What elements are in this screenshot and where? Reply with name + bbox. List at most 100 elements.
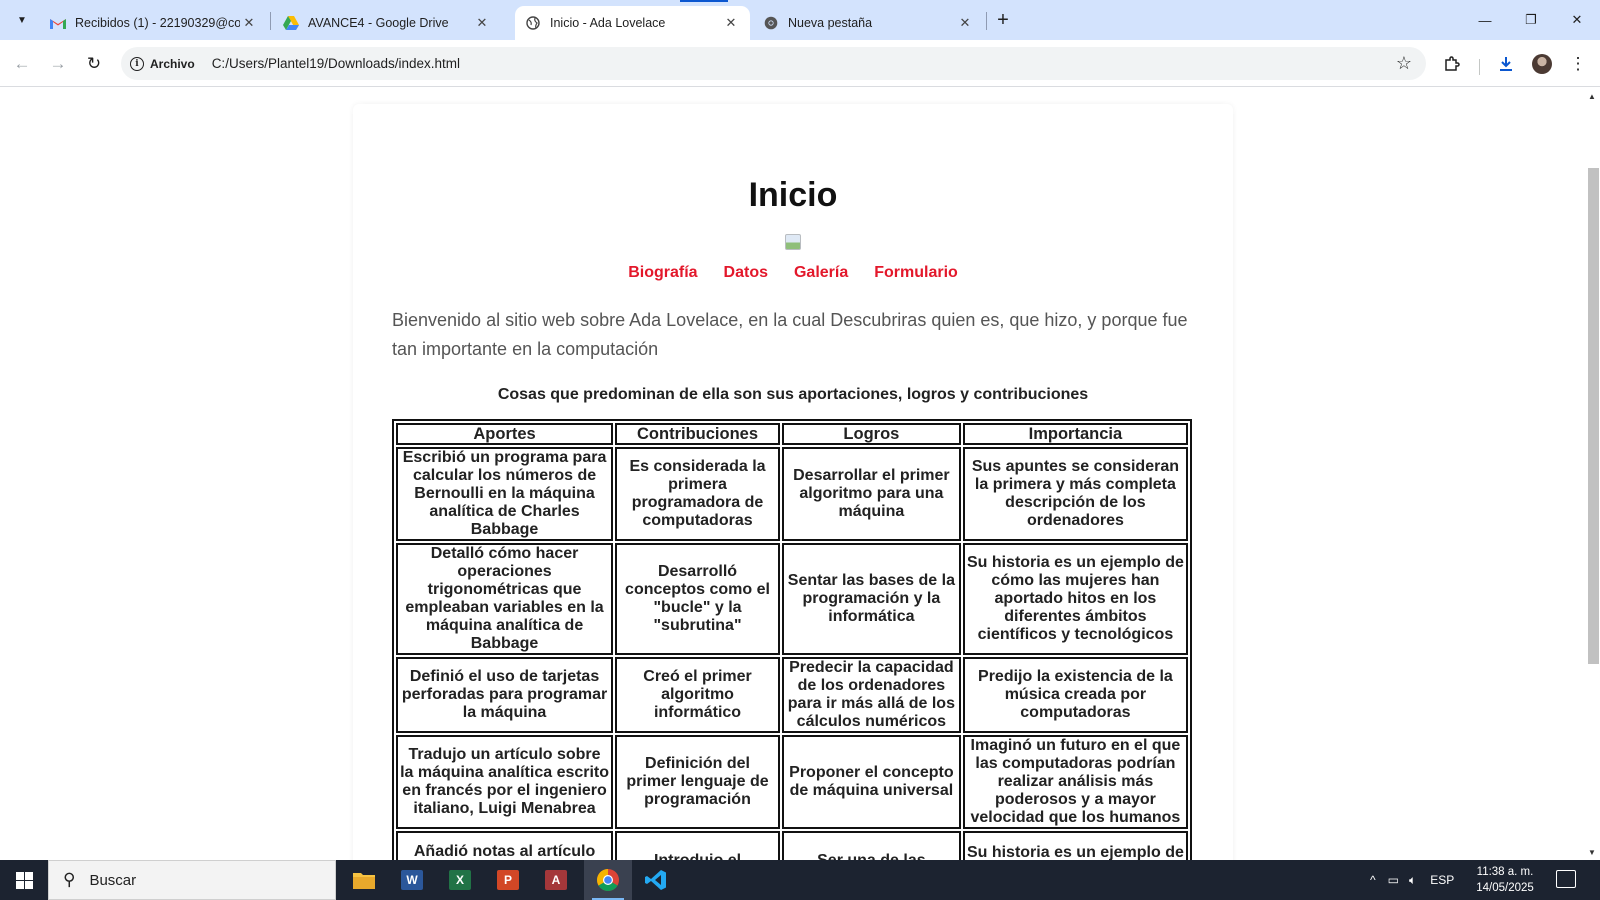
word-icon[interactable]: W [388,860,436,900]
table-cell: Tradujo un artículo sobre la máquina ana… [396,735,614,829]
table-cell: Sus apuntes se consideran la primera y m… [962,447,1188,541]
google-drive-icon [283,15,299,31]
chevron-up-icon[interactable]: ^ [1370,873,1376,887]
nav-link-formulario[interactable]: Formulario [873,264,959,282]
tab-strip: ▼ Recibidos (1) - 22190329@cobach ✕ AVAN… [0,0,1600,40]
tab-title: Nueva pestaña [788,16,873,30]
site-info-chip[interactable]: i Archivo [130,56,195,71]
tab-title: Recibidos (1) - 22190329@cobach [75,16,240,30]
globe-icon [525,15,541,31]
volume-icon[interactable]: 🔈︎ [1409,873,1416,888]
bookmark-star-icon[interactable]: ☆ [1396,53,1412,74]
table-caption: Cosas que predominan de ella son sus apo… [497,386,1089,403]
table-cell: Desarrollar el primer algoritmo para una… [781,447,961,541]
language-indicator[interactable]: ESP [1430,873,1454,887]
close-tab-icon[interactable]: ✕ [240,15,258,31]
url-text[interactable]: C:/Users/Plantel19/Downloads/index.html [212,56,460,71]
tab-divider [270,12,271,30]
file-explorer-icon[interactable] [340,860,388,900]
taskbar-clock[interactable]: 11:38 a. m. 14/05/2025 [1466,864,1544,896]
table-cell: Su historia es un ejemplo de cómo las mu… [962,831,1188,860]
menu-button[interactable]: ⋮ [1563,49,1593,79]
table-cell: Añadió notas al artículo que [396,831,614,860]
intro-paragraph: Bienvenido al sitio web sobre Ada Lovela… [392,310,1188,359]
search-placeholder: Buscar [89,871,137,889]
table-cell: Introdujo el [615,831,780,860]
tab-search-button[interactable]: ▼ [8,7,36,33]
broken-image-icon [785,234,801,250]
excel-icon[interactable]: X [436,860,484,900]
tab-google-drive[interactable]: AVANCE4 - Google Drive ✕ [273,6,501,40]
close-window-button[interactable]: ✕ [1554,0,1600,40]
notification-icon[interactable] [1556,870,1576,888]
puzzle-icon [1445,56,1460,71]
chrome-icon[interactable] [584,860,632,900]
download-icon [1500,57,1512,71]
close-tab-icon[interactable]: ✕ [473,15,491,31]
header-aportes: Aportes [396,423,614,445]
nav-link-biografia[interactable]: Biografía [627,264,698,282]
table-cell: Predecir la capacidad de los ordenadores… [781,657,961,733]
site-info-label: Archivo [150,56,195,71]
close-tab-icon[interactable]: ✕ [956,15,974,31]
tab-ada-lovelace[interactable]: Inicio - Ada Lovelace ✕ [515,6,750,40]
table-cell: Predijo la existencia de la música cread… [962,657,1188,733]
table-row: Añadió notas al artículo que Introdujo e… [396,831,1188,860]
forward-button[interactable]: → [43,49,73,79]
close-tab-icon[interactable]: ✕ [722,15,740,31]
tab-new-tab[interactable]: Nueva pestaña ✕ [753,6,984,40]
clock-date: 14/05/2025 [1476,882,1534,894]
search-icon: ⚲ [63,870,76,889]
restore-button[interactable]: ❐ [1508,0,1554,40]
back-button[interactable]: ← [7,49,37,79]
profile-button[interactable] [1527,49,1557,79]
contributions-table-wrapper: Aportes Contribuciones Logros Importanci… [392,419,1192,860]
table-cell: Es considerada la primera programadora d… [615,447,780,541]
table-cell: Creó el primer algoritmo informático [615,657,780,733]
extensions-button[interactable] [1437,49,1467,79]
table-cell: Imaginó un futuro en el que las computad… [962,735,1188,829]
page-title: Inicio [748,176,838,214]
table-cell: Proponer el concepto de máquina universa… [781,735,961,829]
tab-divider [986,12,987,30]
header-logros: Logros [781,423,961,445]
scroll-down-arrow-icon[interactable]: ▼ [1588,848,1596,857]
nav-link-galeria[interactable]: Galería [793,264,849,282]
contributions-table: Aportes Contribuciones Logros Importanci… [392,419,1192,860]
page-viewport: Inicio Biografía Datos Galería Formulari… [0,88,1584,860]
table-cell: Definición del primer lenguaje de progra… [615,735,780,829]
system-tray: ^ ▭ 🔈︎ ESP [1370,860,1454,900]
access-icon[interactable]: A [532,860,580,900]
new-tab-button[interactable]: + [990,8,1016,32]
table-header-row: Aportes Contribuciones Logros Importanci… [396,423,1188,445]
toolbar-divider [1479,59,1480,75]
taskbar-search[interactable]: ⚲ Buscar [48,860,336,900]
table-row: Tradujo un artículo sobre la máquina ana… [396,735,1188,829]
network-icon[interactable]: ▭ [1388,873,1399,887]
address-bar[interactable]: i Archivo C:/Users/Plantel19/Downloads/i… [121,47,1426,80]
nav-link-datos[interactable]: Datos [723,264,769,282]
vscode-icon[interactable] [632,860,680,900]
table-row: Detalló cómo hacer operaciones trigonomé… [396,543,1188,655]
chrome-logo-icon [597,869,619,891]
table-cell: Definió el uso de tarjetas perforadas pa… [396,657,614,733]
chrome-icon [763,15,779,31]
arrow-left-icon: ← [13,54,31,73]
table-cell: Sentar las bases de la programación y la… [781,543,961,655]
minimize-button[interactable]: — [1462,0,1508,40]
tab-gmail[interactable]: Recibidos (1) - 22190329@cobach ✕ [40,6,268,40]
gmail-icon [50,15,66,31]
downloads-button[interactable] [1491,49,1521,79]
clock-time: 11:38 a. m. [1476,866,1534,878]
scroll-up-arrow-icon[interactable]: ▲ [1588,92,1596,101]
start-button[interactable] [0,860,48,900]
table-cell: Escribió un programa para calcular los n… [396,447,614,541]
chevron-down-icon: ▼ [17,14,27,26]
powerpoint-icon[interactable]: P [484,860,532,900]
reload-button[interactable]: ↻ [79,49,109,79]
table-row: Escribió un programa para calcular los n… [396,447,1188,541]
scrollbar-thumb[interactable] [1588,168,1599,664]
windows-taskbar: ⚲ Buscar W X P A ^ ▭ 🔈︎ ESP 11:38 a. m. … [0,860,1600,900]
table-row: Definió el uso de tarjetas perforadas pa… [396,657,1188,733]
windows-logo-icon [15,871,33,889]
